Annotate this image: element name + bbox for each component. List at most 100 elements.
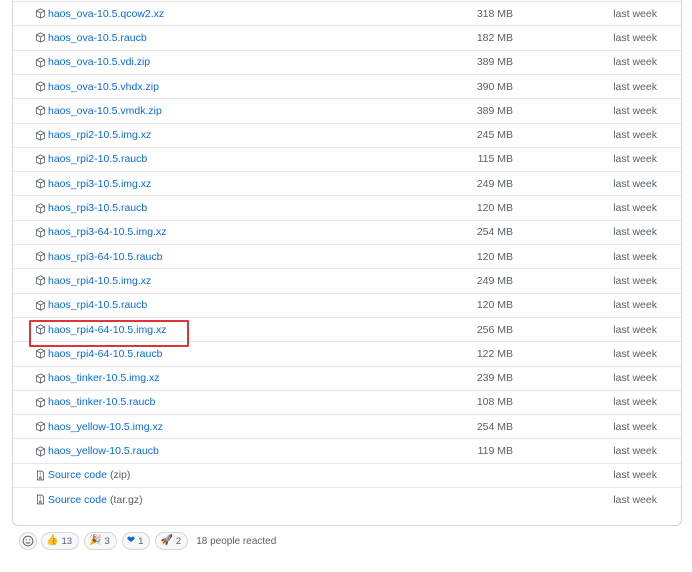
asset-name: Source code [48, 469, 107, 482]
asset-time: last week [613, 202, 657, 215]
reaction-count: 1 [138, 535, 144, 547]
smiley-icon [22, 535, 34, 547]
asset-download-link[interactable]: haos_rpi3-64-10.5.img.xz [35, 221, 166, 244]
asset-download-link[interactable]: haos_tinker-10.5.raucb [35, 391, 155, 414]
package-icon [35, 227, 46, 238]
reactions-bar: 👍 13 🎉 3 ❤ 1 🚀 2 18 people reacted [19, 529, 276, 553]
asset-size: 119 MB [477, 445, 513, 458]
asset-row: haos_rpi2-10.5.raucb 115 MB last week [13, 146, 681, 171]
reaction-heart-button[interactable]: ❤ 1 [121, 532, 151, 550]
asset-row: haos_tinker-10.5.raucb 108 MB last week [13, 389, 681, 414]
add-reaction-button[interactable] [19, 532, 37, 550]
package-icon [35, 32, 46, 44]
asset-download-link[interactable]: haos_yellow-10.5.raucb [35, 439, 159, 462]
asset-download-link[interactable]: haos_rpi4-10.5.raucb [35, 294, 147, 317]
asset-name: haos_tinker-10.5.img.xz [48, 372, 160, 385]
package-icon [35, 421, 46, 432]
asset-row: haos_rpi4-64-10.5.raucb 122 MB last week [13, 341, 681, 365]
asset-time: last week [613, 250, 657, 263]
asset-time: last week [613, 7, 657, 20]
asset-download-link[interactable]: haos_rpi2-10.5.img.xz [35, 124, 151, 147]
asset-download-link[interactable]: haos_ova-10.5.vhdx.zip [35, 75, 159, 98]
asset-row: haos_rpi4-10.5.raucb 120 MB last week [13, 292, 681, 317]
asset-download-link[interactable]: haos_yellow-10.5.img.xz [35, 415, 163, 438]
asset-size: 389 MB [476, 104, 513, 117]
asset-name: haos_rpi4-10.5.raucb [48, 299, 148, 312]
asset-time: last week [613, 80, 657, 93]
package-icon [35, 445, 46, 457]
asset-name: haos_rpi3-64-10.5.raucb [48, 250, 163, 263]
asset-size: 254 MB [476, 226, 513, 239]
package-icon [35, 251, 46, 262]
reaction-count: 2 [175, 535, 182, 547]
asset-download-link[interactable]: haos_rpi4-64-10.5.raucb [35, 342, 162, 365]
asset-time: last week [613, 31, 657, 44]
asset-download-link[interactable]: haos_ova-10.5.raucb [35, 26, 147, 49]
asset-download-link[interactable]: haos_rpi4-10.5.img.xz [35, 269, 151, 292]
asset-size: 182 MB [476, 31, 513, 44]
asset-row: haos_ova-10.5.qcow2.xz 318 MB last week [13, 1, 681, 25]
asset-download-link[interactable]: haos_tinker-10.5.img.xz [35, 367, 159, 390]
asset-size: 245 MB [476, 129, 513, 142]
asset-row: haos_yellow-10.5.img.xz 254 MB last week [13, 414, 681, 438]
package-icon [35, 275, 46, 287]
package-icon [35, 154, 46, 165]
asset-name: haos_ova-10.5.vmdk.zip [48, 104, 162, 117]
asset-row: haos_rpi3-10.5.raucb 120 MB last week [13, 195, 681, 219]
asset-time: last week [613, 299, 657, 312]
asset-size: 249 MB [476, 274, 513, 287]
thumbs-up-icon: 👍 [46, 535, 59, 546]
reaction-rocket-button[interactable]: 🚀 2 [155, 532, 189, 550]
asset-download-link[interactable]: haos_ova-10.5.vdi.zip [35, 51, 150, 74]
asset-name: haos_ova-10.5.vdi.zip [48, 56, 151, 69]
asset-time: last week [613, 323, 657, 336]
asset-size: 120 MB [476, 250, 513, 263]
asset-download-link[interactable]: Source code (zip) [35, 464, 130, 487]
asset-download-link[interactable]: haos_rpi2-10.5.raucb [35, 148, 147, 171]
asset-name: haos_rpi2-10.5.img.xz [48, 129, 152, 142]
asset-download-link[interactable]: haos_ova-10.5.vmdk.zip [35, 99, 162, 122]
package-icon [35, 202, 46, 214]
asset-download-link[interactable]: haos_rpi3-64-10.5.raucb [35, 245, 162, 268]
asset-format-suffix: (tar.gz) [109, 493, 143, 506]
asset-name: haos_rpi3-10.5.img.xz [48, 177, 152, 190]
asset-download-link[interactable]: haos_rpi3-10.5.raucb [35, 196, 147, 219]
asset-size: 122 MB [476, 347, 513, 360]
asset-time: last week [613, 469, 657, 482]
asset-name: haos_rpi2-10.5.raucb [48, 153, 148, 166]
asset-time: last week [613, 420, 657, 433]
asset-time: last week [613, 177, 657, 190]
asset-time: last week [613, 129, 657, 142]
asset-download-link[interactable]: Source code (tar.gz) [35, 488, 143, 511]
asset-time: last week [613, 104, 657, 117]
reaction-thumbs-up-button[interactable]: 👍 13 [41, 532, 80, 550]
asset-name: haos_rpi4-10.5.img.xz [48, 274, 152, 287]
asset-time: last week [613, 445, 657, 458]
asset-download-link[interactable]: haos_rpi3-10.5.img.xz [35, 172, 151, 195]
asset-time: last week [613, 274, 657, 287]
asset-download-link[interactable]: haos_ova-10.5.qcow2.xz [35, 2, 164, 25]
asset-download-link[interactable]: haos_rpi4-64-10.5.img.xz [35, 318, 166, 341]
asset-name: haos_ova-10.5.vhdx.zip [48, 80, 159, 93]
asset-row: haos_ova-10.5.raucb 182 MB last week [13, 25, 681, 49]
package-icon [35, 300, 46, 311]
asset-name: haos_yellow-10.5.img.xz [48, 420, 163, 433]
asset-name: haos_rpi3-10.5.raucb [48, 202, 148, 215]
asset-row: Source code (tar.gz) last week [13, 487, 681, 511]
asset-format-suffix: (zip) [109, 469, 131, 482]
package-icon [35, 373, 46, 384]
reaction-count: 3 [104, 535, 110, 547]
asset-name: haos_rpi3-64-10.5.img.xz [48, 226, 167, 239]
asset-name: haos_ova-10.5.raucb [48, 31, 147, 44]
asset-name: haos_yellow-10.5.raucb [48, 445, 159, 458]
asset-row: haos_ova-10.5.vhdx.zip 390 MB last week [13, 73, 681, 98]
package-icon [35, 8, 46, 19]
asset-size: 318 MB [476, 7, 513, 20]
asset-row: haos_rpi3-10.5.img.xz 249 MB last week [13, 171, 681, 195]
asset-row: haos_ova-10.5.vdi.zip 389 MB last week [13, 49, 681, 74]
asset-row: haos_tinker-10.5.img.xz 239 MB last week [13, 365, 681, 390]
file-zip-icon [35, 494, 46, 505]
reaction-tada-button[interactable]: 🎉 3 [84, 532, 117, 550]
package-icon [35, 81, 46, 92]
asset-time: last week [613, 396, 657, 409]
